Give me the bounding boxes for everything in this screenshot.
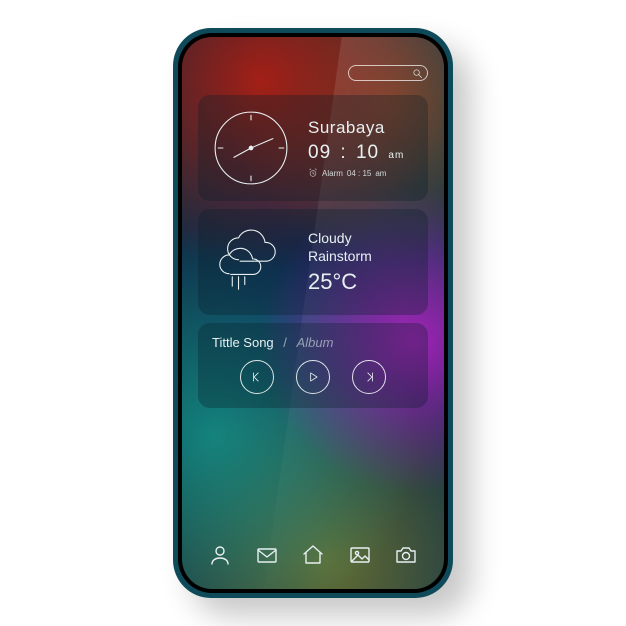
- music-album: Album: [297, 335, 334, 350]
- music-sep: /: [283, 335, 287, 350]
- phone-bezel: Surabaya 09 : 10 am Alarm 04 : 15 am: [178, 33, 448, 593]
- city-label: Surabaya: [308, 118, 414, 138]
- time-min: 10: [356, 142, 379, 163]
- time-ampm: am: [388, 150, 404, 161]
- clock-widget[interactable]: Surabaya 09 : 10 am Alarm 04 : 15 am: [198, 95, 428, 201]
- time-display: 09 : 10 am: [308, 142, 414, 164]
- dock: [198, 539, 428, 571]
- alarm-time: 04 : 15: [347, 169, 371, 178]
- camera-button[interactable]: [390, 539, 422, 571]
- next-icon: [362, 370, 376, 384]
- play-button[interactable]: [296, 360, 330, 394]
- gallery-icon: [348, 543, 372, 567]
- alarm-clock-icon: [308, 168, 318, 178]
- gallery-button[interactable]: [344, 539, 376, 571]
- alarm-label: Alarm: [322, 169, 343, 178]
- search-icon: [412, 68, 423, 79]
- weather-line1: Cloudy: [308, 229, 414, 247]
- clock-icon: [212, 109, 290, 187]
- weather-temp: 25°C: [308, 269, 414, 295]
- music-widget[interactable]: Tittle Song / Album: [198, 323, 428, 408]
- time-hour: 09: [308, 142, 331, 163]
- prev-button[interactable]: [240, 360, 274, 394]
- alarm-row: Alarm 04 : 15 am: [308, 168, 414, 178]
- weather-line2: Rainstorm: [308, 247, 414, 265]
- mail-icon: [255, 543, 279, 567]
- prev-icon: [250, 370, 264, 384]
- profile-button[interactable]: [204, 539, 236, 571]
- play-icon: [306, 370, 320, 384]
- music-title-row: Tittle Song / Album: [212, 335, 333, 350]
- screen: Surabaya 09 : 10 am Alarm 04 : 15 am: [182, 37, 444, 589]
- search-input[interactable]: [348, 65, 428, 81]
- alarm-ampm: am: [375, 169, 386, 178]
- profile-icon: [208, 543, 232, 567]
- weather-widget[interactable]: Cloudy Rainstorm 25°C: [198, 209, 428, 315]
- phone-frame: Surabaya 09 : 10 am Alarm 04 : 15 am: [173, 28, 453, 598]
- home-button[interactable]: [297, 539, 329, 571]
- mail-button[interactable]: [251, 539, 283, 571]
- next-button[interactable]: [352, 360, 386, 394]
- home-icon: [301, 543, 325, 567]
- camera-icon: [394, 543, 418, 567]
- time-sep: :: [340, 142, 346, 163]
- music-title: Tittle Song: [212, 335, 274, 350]
- cloud-rain-icon: [212, 227, 290, 297]
